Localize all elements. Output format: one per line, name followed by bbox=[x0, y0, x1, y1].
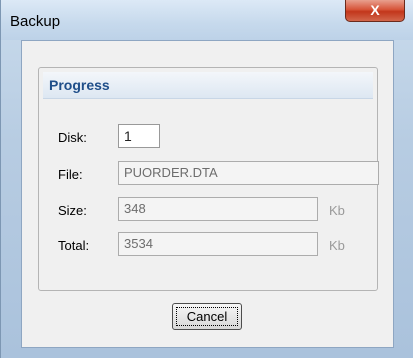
cancel-button[interactable]: Cancel bbox=[172, 303, 242, 330]
cancel-button-label: Cancel bbox=[186, 309, 228, 324]
total-unit: Kb bbox=[329, 238, 345, 253]
size-field: 348 bbox=[118, 197, 318, 221]
dialog-client-area: Progress Disk: 1 File: PUORDER.DTA Size:… bbox=[21, 40, 394, 348]
size-label: Size: bbox=[58, 203, 87, 218]
window-title: Backup bbox=[10, 13, 61, 30]
total-label: Total: bbox=[58, 238, 90, 253]
size-unit: Kb bbox=[329, 203, 345, 218]
file-field: PUORDER.DTA bbox=[118, 161, 379, 185]
close-button[interactable]: X bbox=[345, 0, 405, 22]
close-icon: X bbox=[370, 2, 380, 18]
backup-window: Backup X Progress Disk: 1 File: PUORDER.… bbox=[0, 0, 413, 358]
file-label: File: bbox=[58, 167, 83, 182]
total-field: 3534 bbox=[118, 232, 318, 256]
progress-group: Progress Disk: 1 File: PUORDER.DTA Size:… bbox=[38, 67, 379, 291]
disk-label: Disk: bbox=[58, 130, 87, 145]
progress-group-header: Progress bbox=[43, 72, 373, 99]
title-bar: Backup X bbox=[1, 0, 413, 40]
disk-field: 1 bbox=[118, 124, 160, 148]
progress-group-title: Progress bbox=[49, 77, 110, 93]
